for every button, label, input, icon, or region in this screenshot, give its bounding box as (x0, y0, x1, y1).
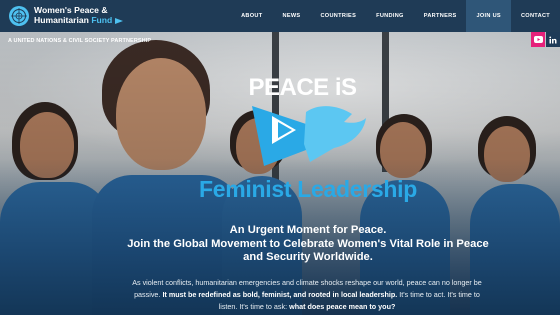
campaign-title: Feminist Leadership (199, 176, 417, 202)
linkedin-icon (549, 36, 557, 43)
headline-line-1: An Urgent Moment for Peace. (229, 224, 387, 236)
body-question: what does peace mean to you? (289, 302, 396, 311)
nav-news[interactable]: NEWS (272, 0, 310, 32)
nav-funding[interactable]: FUNDING (366, 0, 414, 32)
nav-join-us[interactable]: JOIN US (466, 0, 511, 32)
page: Women's Peace & Humanitarian Fund ABOUT … (0, 0, 560, 315)
site-header: Women's Peace & Humanitarian Fund ABOUT … (0, 0, 560, 32)
body-bold: It must be redefined as bold, feminist, … (162, 290, 398, 299)
main-nav: ABOUT NEWS COUNTRIES FUNDING PARTNERS JO… (231, 0, 560, 32)
headline-line-2: Join the Global Movement to Celebrate Wo… (127, 237, 489, 264)
partnership-tagline: A UNITED NATIONS & CIVIL SOCIETY PARTNER… (8, 38, 152, 44)
logo-arrow-icon (115, 17, 124, 24)
youtube-icon (533, 36, 543, 43)
hero-headline: An Urgent Moment for Peace. Join the Glo… (118, 224, 498, 265)
logo-line-1: Women's Peace & (34, 5, 108, 15)
site-logo-text[interactable]: Women's Peace & Humanitarian Fund (34, 5, 124, 25)
social-links (530, 32, 560, 47)
logo-line-2b: Fund (91, 15, 113, 25)
logo-line-2a: Humanitarian (34, 15, 89, 25)
dove-icon (252, 106, 366, 166)
youtube-button[interactable] (531, 32, 545, 47)
hero-body-text: As violent conflicts, humanitarian emerg… (124, 277, 490, 313)
un-logo-icon[interactable] (8, 5, 30, 27)
nav-about[interactable]: ABOUT (231, 0, 272, 32)
nav-countries[interactable]: COUNTRIES (310, 0, 366, 32)
linkedin-button[interactable] (546, 32, 560, 47)
nav-contact[interactable]: CONTACT (511, 0, 560, 32)
peace-is-heading: PEACE iS (248, 74, 357, 101)
nav-partners[interactable]: PARTNERS (414, 0, 467, 32)
